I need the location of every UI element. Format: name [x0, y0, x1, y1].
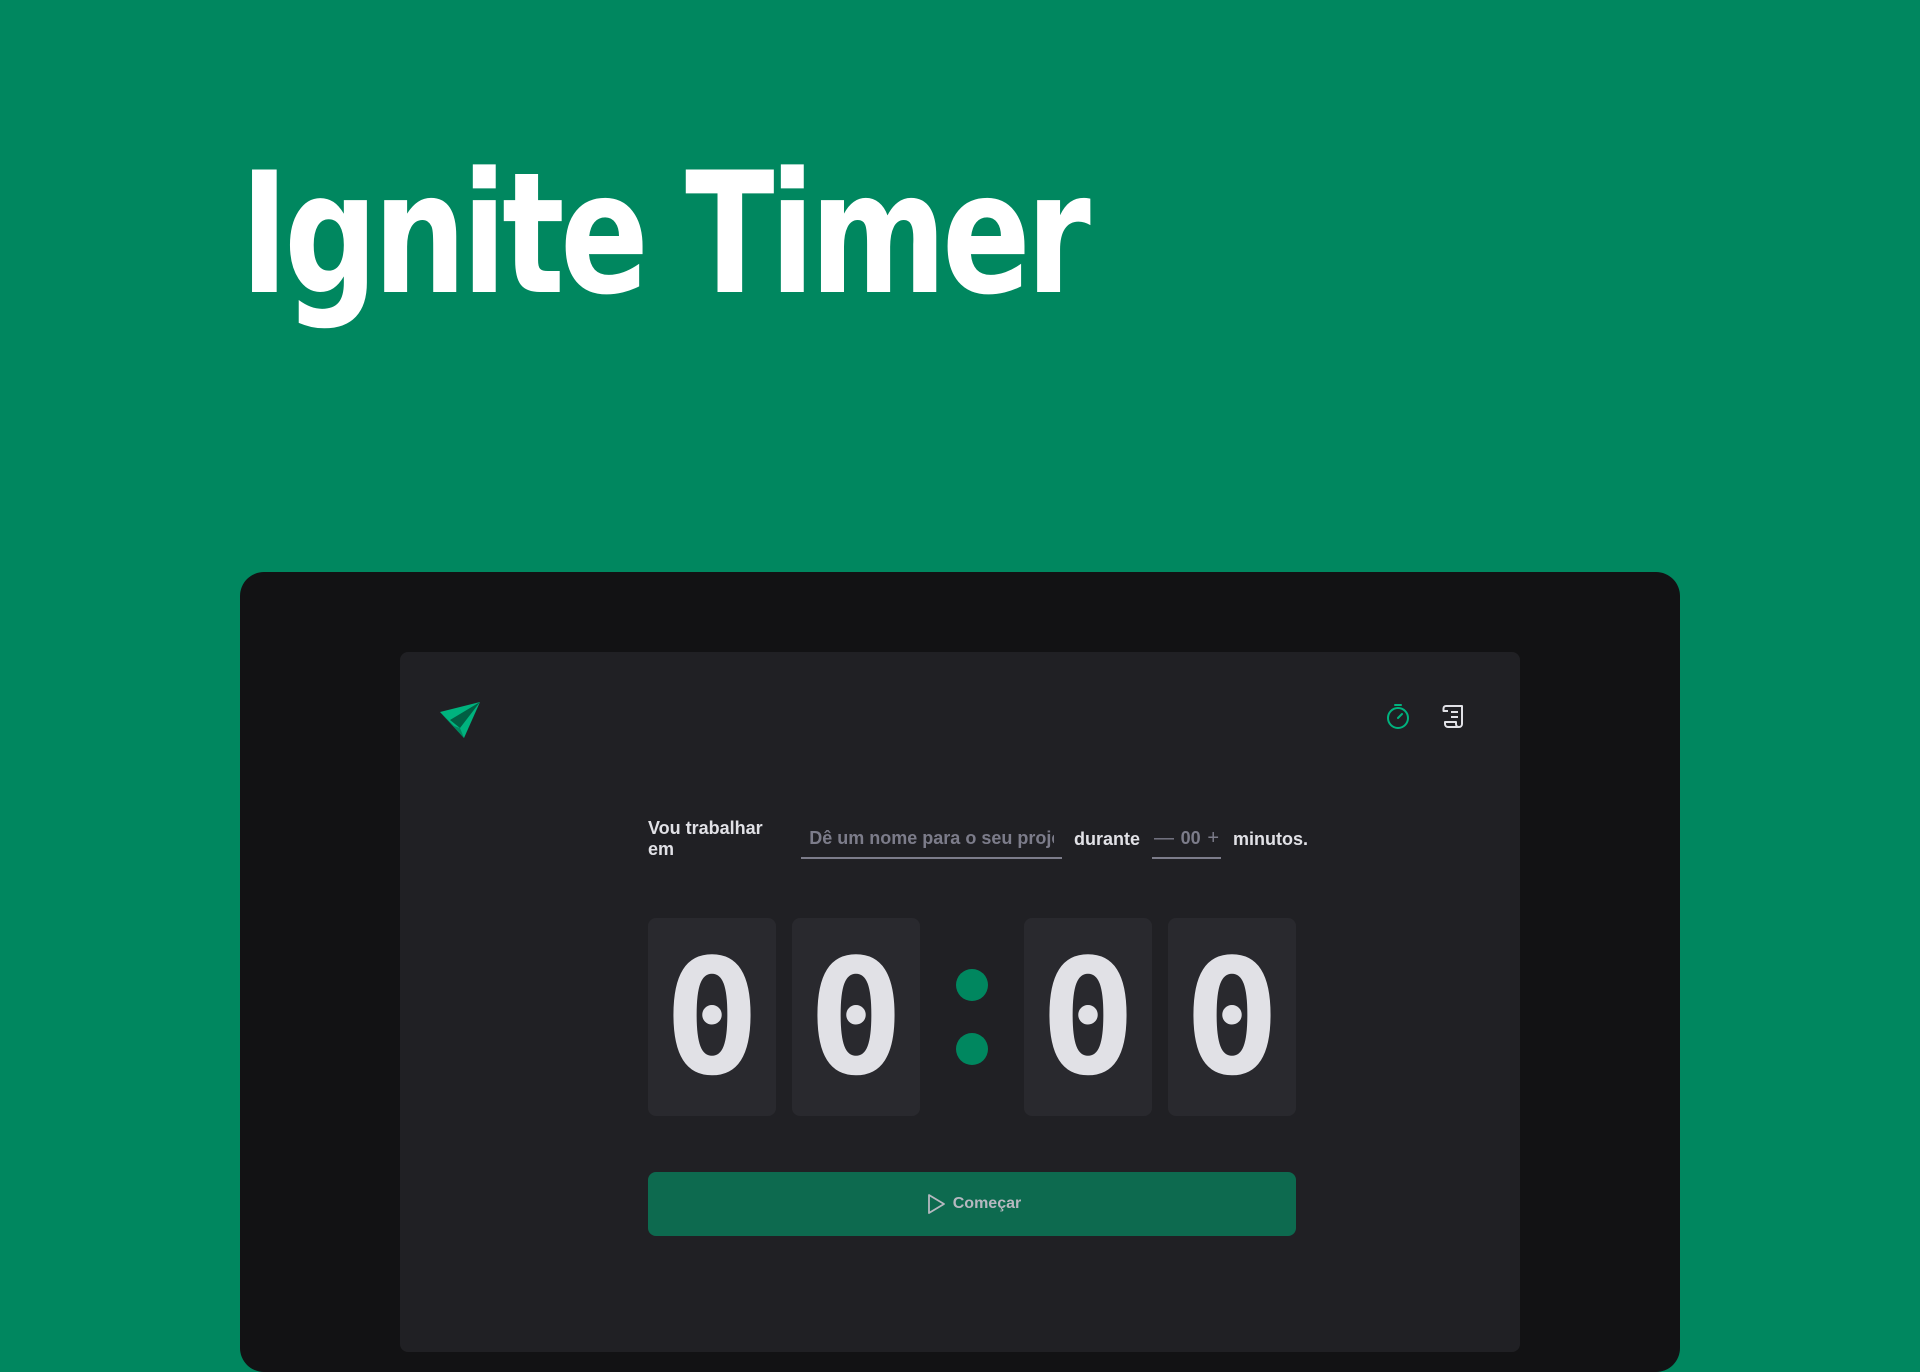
decrement-minutes-button[interactable]: —: [1154, 828, 1174, 848]
increment-minutes-button[interactable]: +: [1207, 828, 1219, 848]
scroll-icon: [1442, 705, 1463, 728]
countdown-seconds-tens: 0: [1024, 918, 1152, 1116]
countdown-separator: [920, 918, 1024, 1116]
task-label: Vou trabalhar em: [648, 818, 763, 859]
separator-dot: [956, 1033, 988, 1065]
start-button-label: Começar: [952, 1195, 1022, 1212]
device-frame: Vou trabalhar em durante — 00 + minutos.…: [240, 572, 1680, 1372]
header-nav: [1382, 700, 1470, 732]
app-window: Vou trabalhar em durante — 00 + minutos.…: [400, 652, 1520, 1352]
countdown-minutes-ones: 0: [792, 918, 920, 1116]
minutes-value[interactable]: 00: [1181, 828, 1201, 849]
countdown-minutes-tens: 0: [648, 918, 776, 1116]
ignite-logo-icon[interactable]: [438, 698, 482, 742]
task-input[interactable]: [801, 819, 1062, 859]
separator-dot: [956, 969, 988, 1001]
minutes-amount-input[interactable]: — 00 +: [1152, 819, 1221, 859]
timer-icon: [1387, 704, 1409, 729]
countdown-display: 0 0 0 0: [648, 918, 1296, 1116]
hero-title: Ignite Timer: [240, 136, 1091, 332]
play-icon: [927, 1194, 945, 1214]
minutes-unit-label: minutos.: [1233, 828, 1308, 849]
nav-history-link[interactable]: [1438, 700, 1470, 732]
duration-label: durante: [1073, 828, 1140, 849]
nav-timer-link[interactable]: [1382, 700, 1414, 732]
countdown-seconds-ones: 0: [1168, 918, 1296, 1116]
start-countdown-button[interactable]: Começar: [648, 1172, 1296, 1236]
task-form: Vou trabalhar em durante — 00 + minutos.: [648, 818, 1308, 860]
